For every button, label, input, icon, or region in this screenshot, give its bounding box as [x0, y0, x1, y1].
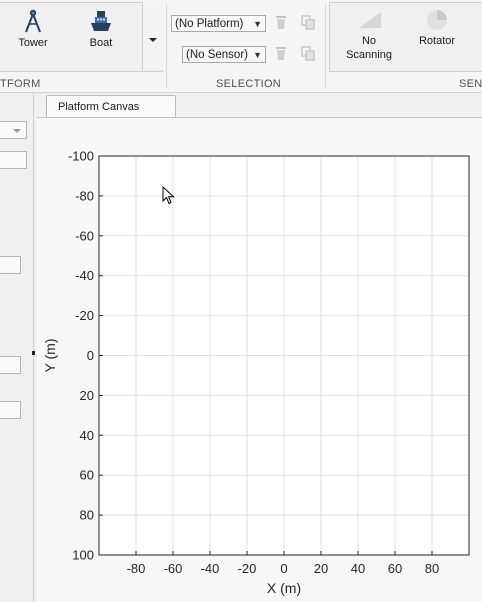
- sensor-section-label: SENS: [459, 78, 482, 90]
- y-tick-label: 20: [80, 388, 94, 403]
- y-axis-label: Y (m): [42, 339, 58, 373]
- x-tick-label: -60: [164, 561, 183, 576]
- sensor-combobox[interactable]: (No Sensor) ▼: [182, 46, 266, 63]
- y-tick-label: -20: [75, 308, 94, 323]
- mouse-cursor-icon: [162, 186, 175, 205]
- boat-icon: [91, 11, 111, 31]
- platform-combobox[interactable]: (No Platform) ▼: [171, 15, 266, 32]
- sensor-combobox-value: (No Sensor): [186, 49, 248, 61]
- boat-button[interactable]: Boat: [76, 6, 126, 50]
- y-tick-label: -60: [75, 228, 94, 243]
- selection-section-label: SELECTION: [216, 78, 282, 90]
- combobox-arrow-icon: ▼: [253, 50, 262, 60]
- y-tick-label: -40: [75, 268, 94, 283]
- panel-field-4[interactable]: [0, 401, 21, 419]
- y-tick-label: 0: [87, 348, 94, 363]
- selection-section: (No Platform) ▼ (No Sensor) ▼ SELECTION: [167, 0, 325, 92]
- combobox-arrow-icon: ▼: [253, 19, 262, 29]
- rotator-icon: [427, 10, 447, 30]
- delete-sensor-icon[interactable]: [273, 45, 289, 61]
- panel-field-2[interactable]: [0, 256, 21, 274]
- tab-platform-canvas-label: Platform Canvas: [58, 101, 140, 113]
- rotator-label: Rotator: [418, 35, 456, 47]
- platform-section: Tower Boat TFORM: [0, 0, 166, 92]
- x-tick-label: -20: [238, 561, 257, 576]
- panel-field-3[interactable]: [0, 356, 21, 374]
- gallery-expand-button[interactable]: [142, 2, 163, 70]
- y-tick-labels: -100 -80 -60 -40 -20 0 20 40 60 80 100: [68, 149, 103, 563]
- y-tick-label: -100: [68, 149, 94, 164]
- x-tick-label: 40: [351, 561, 365, 576]
- copy-platform-icon[interactable]: [300, 14, 316, 30]
- x-tick-label: 80: [425, 561, 439, 576]
- y-tick-label: 60: [80, 468, 94, 483]
- no-scanning-button[interactable]: No Scanning: [340, 6, 398, 62]
- x-tick-label: 60: [388, 561, 402, 576]
- chevron-down-icon: [13, 129, 21, 133]
- y-tick-label: 40: [80, 428, 94, 443]
- y-tick-label: 100: [72, 548, 94, 563]
- tower-label: Tower: [18, 37, 48, 49]
- y-tick-label: -80: [75, 188, 94, 203]
- tower-icon: [25, 9, 41, 33]
- x-tick-label: -40: [201, 561, 220, 576]
- main-area: Platform Canvas -80 -60 -40 -20 0 20 40 60 80: [37, 93, 482, 602]
- copy-sensor-icon[interactable]: [300, 45, 316, 61]
- no-scanning-label-line1: No: [361, 35, 377, 47]
- tower-button[interactable]: Tower: [8, 6, 58, 50]
- platform-combobox-value: (No Platform): [175, 18, 244, 30]
- platform-canvas[interactable]: -80 -60 -40 -20 0 20 40 60 80 -100 -80 -60 -40 -20 0 2…: [37, 118, 482, 602]
- x-axis-label: X (m): [267, 580, 301, 596]
- tab-platform-canvas[interactable]: Platform Canvas: [46, 95, 176, 117]
- no-scanning-label-line2: Scanning: [346, 49, 392, 61]
- boat-label: Boat: [89, 37, 113, 49]
- platform-section-label: TFORM: [0, 78, 41, 90]
- panel-dropdown[interactable]: [0, 121, 27, 139]
- y-tick-label: 80: [80, 508, 94, 523]
- rotator-button[interactable]: Rotator: [408, 6, 466, 48]
- x-tick-label: 0: [280, 561, 287, 576]
- properties-panel: [0, 93, 35, 602]
- x-tick-label: 20: [314, 561, 328, 576]
- panel-field-1[interactable]: [0, 151, 27, 169]
- platform-axes[interactable]: -80 -60 -40 -20 0 20 40 60 80 -100 -80 -60 -40 -20 0 2…: [37, 118, 482, 602]
- panel-splitter-handle[interactable]: [32, 351, 35, 355]
- chevron-down-icon: [149, 38, 157, 42]
- x-tick-label: -80: [127, 561, 146, 576]
- sensor-section: No Scanning Rotator SENS: [326, 0, 482, 92]
- toolstrip: Tower Boat TFORM (No Platform) ▼ (No Sen…: [0, 0, 482, 93]
- no-scanning-icon: [359, 12, 381, 28]
- delete-platform-icon[interactable]: [273, 14, 289, 30]
